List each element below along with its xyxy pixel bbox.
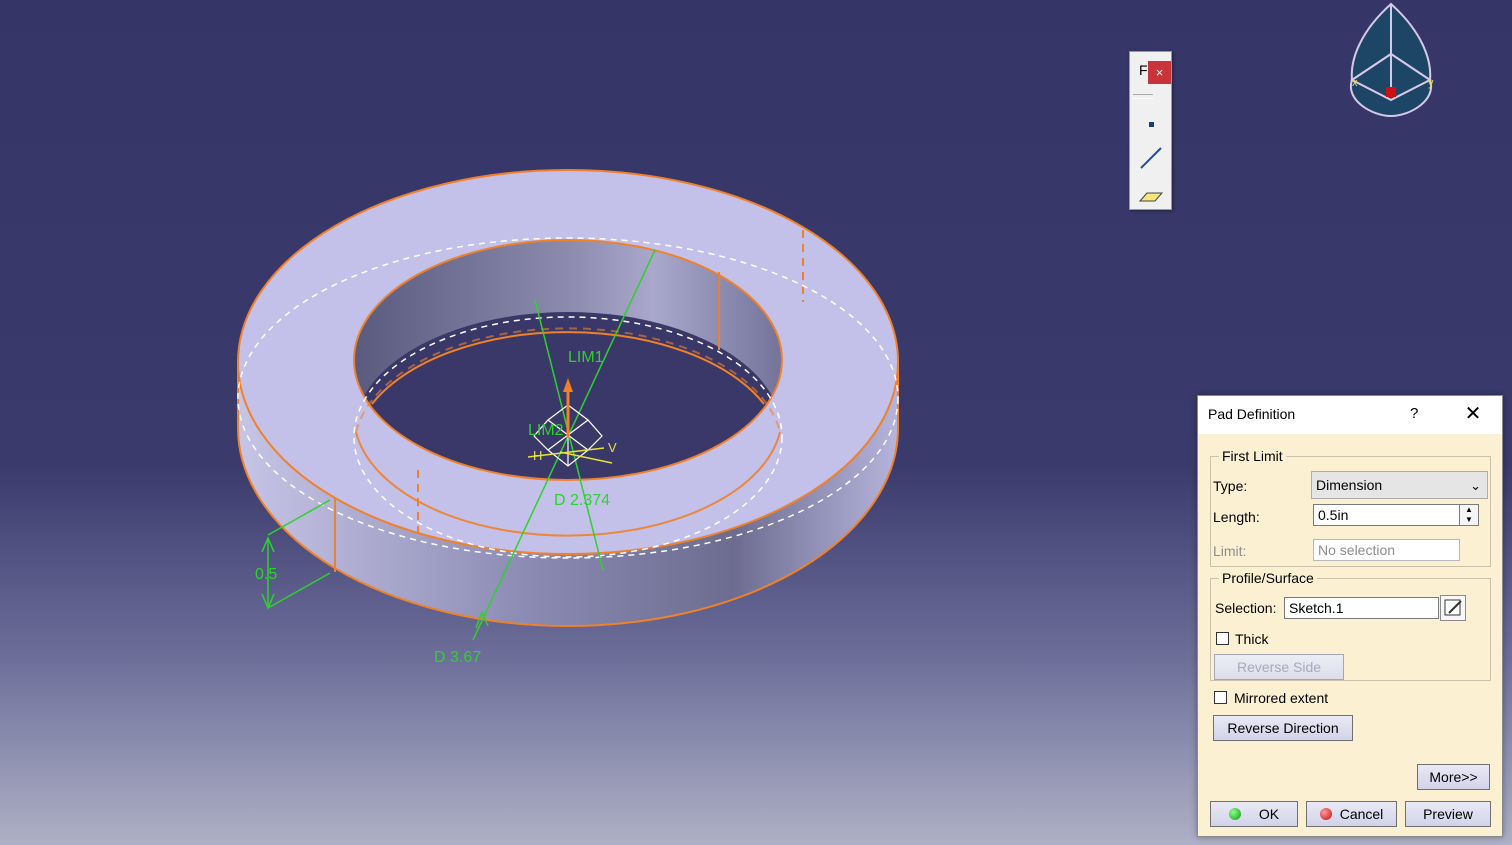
sketch-edit-icon	[1444, 599, 1462, 616]
ok-button[interactable]: OK	[1210, 801, 1298, 827]
compass-x-label: x	[1352, 77, 1358, 89]
ok-icon	[1228, 808, 1241, 820]
compass-icon[interactable]: x y	[1349, 2, 1434, 118]
limit-field[interactable]: No selection	[1313, 539, 1460, 561]
type-value: Dimension	[1316, 477, 1383, 493]
length-field[interactable]: 0.5in	[1313, 504, 1460, 526]
cancel-icon	[1319, 808, 1332, 820]
dialog-titlebar[interactable]: Pad Definition ? ✕	[1198, 396, 1502, 434]
toolbar-close-button[interactable]: ×	[1148, 61, 1171, 84]
toolbar-title: F	[1139, 62, 1148, 78]
selection-field[interactable]: Sketch.1	[1284, 597, 1439, 619]
outer-diameter-label: D 3.67	[434, 649, 481, 666]
first-limit-legend: First Limit	[1222, 448, 1283, 464]
mirrored-extent-label: Mirrored extent	[1234, 690, 1329, 706]
inner-diameter-label: D 2.374	[554, 492, 610, 509]
spin-up-icon[interactable]: ▲	[1460, 505, 1478, 515]
ok-label: OK	[1258, 806, 1280, 822]
selection-label: Selection:	[1215, 600, 1277, 616]
lim2-label: LIM2	[528, 422, 564, 439]
length-spinner[interactable]: ▲ ▼	[1459, 504, 1479, 526]
axis-h-label: H	[533, 448, 542, 463]
compass-y-label: y	[1428, 77, 1434, 89]
spin-down-icon[interactable]: ▼	[1460, 515, 1478, 525]
dialog-title: Pad Definition	[1208, 406, 1296, 422]
line-icon[interactable]	[1138, 145, 1164, 171]
pad-definition-dialog: Pad Definition ? ✕ First Limit Type: Dim…	[1197, 395, 1503, 837]
type-label: Type:	[1213, 478, 1248, 494]
length-label: Length:	[1213, 509, 1260, 525]
type-dropdown[interactable]: Dimension ⌄	[1311, 471, 1488, 499]
limit-label: Limit:	[1213, 543, 1247, 559]
more-button[interactable]: More>>	[1417, 764, 1490, 790]
thick-label: Thick	[1235, 631, 1269, 647]
profile-surface-legend: Profile/Surface	[1222, 570, 1314, 586]
sketcher-edit-button[interactable]	[1440, 595, 1466, 621]
preview-button[interactable]: Preview	[1405, 801, 1491, 827]
help-button[interactable]: ?	[1410, 405, 1418, 422]
reverse-side-button[interactable]: Reverse Side	[1214, 654, 1344, 680]
cancel-label: Cancel	[1339, 806, 1384, 822]
toolbar-grip[interactable]	[1133, 94, 1153, 99]
axis-v-label: V	[608, 440, 617, 455]
cancel-button[interactable]: Cancel	[1306, 801, 1397, 827]
reference-elements-toolbar[interactable]: F ×	[1129, 51, 1172, 210]
mirrored-extent-checkbox[interactable]	[1214, 691, 1227, 704]
close-button[interactable]: ✕	[1462, 402, 1484, 426]
chevron-down-icon: ⌄	[1470, 478, 1481, 493]
plane-icon[interactable]	[1138, 181, 1164, 207]
point-icon[interactable]	[1138, 111, 1164, 137]
thick-checkbox[interactable]	[1216, 632, 1229, 645]
lim1-label: LIM1	[568, 349, 604, 366]
height-label: 0.5	[255, 566, 277, 583]
reverse-direction-button[interactable]: Reverse Direction	[1213, 715, 1353, 741]
